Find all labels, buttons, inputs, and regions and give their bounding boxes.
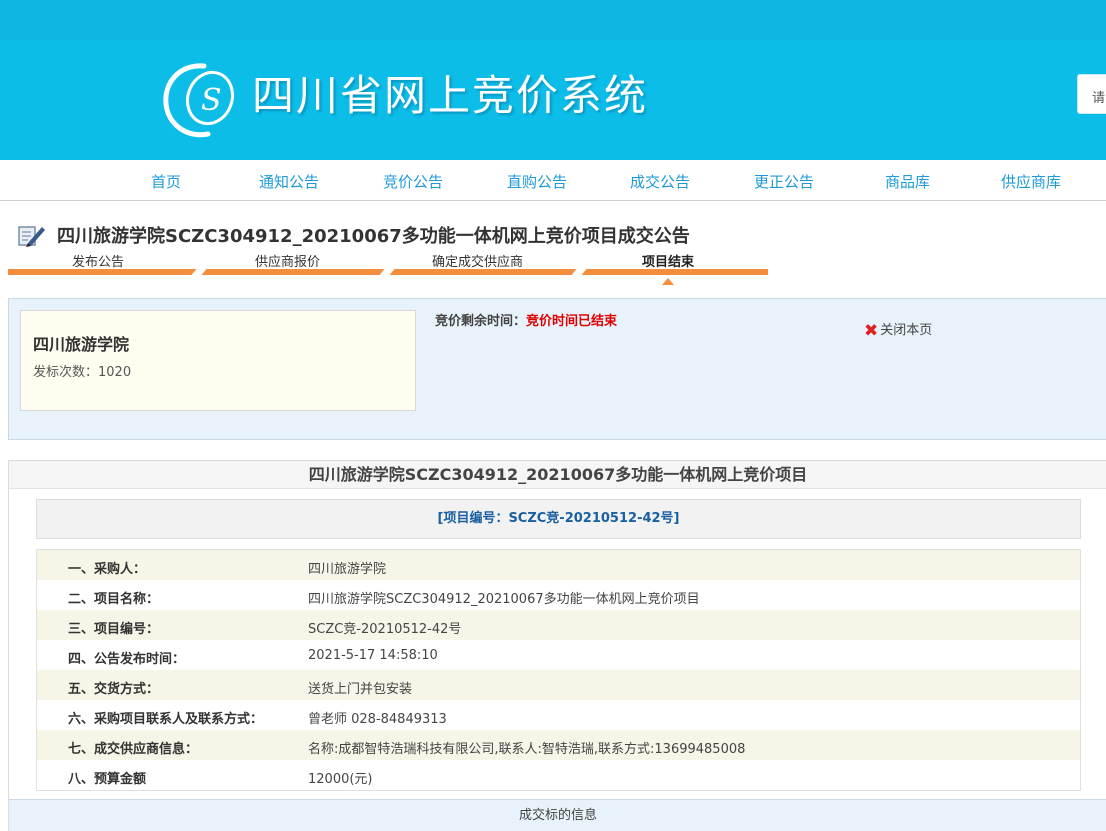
site-header: S 四川省网上竞价系统 请 <box>0 0 1106 160</box>
main-nav: 首页 通知公告 竞价公告 直购公告 成交公告 更正公告 商品库 供应商库 <box>0 160 1106 201</box>
svg-text:S: S <box>201 83 222 118</box>
purchaser-name: 四川旅游学院 <box>33 335 130 354</box>
detail-table: 一、采购人： 四川旅游学院 二、项目名称： 四川旅游学院SCZC304912_202… <box>36 549 1081 791</box>
document-pen-icon <box>18 226 45 247</box>
detail-row: 四、公告发布时间： 2021-5-17 14:58:10 <box>37 640 1080 670</box>
header-top-strip <box>0 0 1106 40</box>
nav-corrections[interactable]: 更正公告 <box>754 171 814 192</box>
site-title: 四川省网上竞价系统 <box>252 71 649 120</box>
tender-count: 发标次数：1020 <box>33 365 132 380</box>
close-page-button[interactable]: ✖ 关闭本页 <box>864 319 932 341</box>
close-x-icon: ✖ <box>864 321 879 341</box>
step-marker <box>662 278 674 285</box>
step-publish: 发布公告 <box>72 255 125 270</box>
row-value: 四川旅游学院 <box>308 562 387 577</box>
detail-row: 五、交货方式： 送货上门并包安装 <box>37 670 1080 700</box>
project-details: 四川旅游学院SCZC304912_20210067多功能一体机网上竞价项目 [项… <box>8 460 1106 831</box>
row-value: 曾老师 028-84849313 <box>308 712 447 727</box>
nav-home[interactable]: 首页 <box>151 171 181 192</box>
detail-row: 二、项目名称： 四川旅游学院SCZC304912_20210067多功能一体机网上… <box>37 580 1080 610</box>
logo-mark: S <box>163 63 235 138</box>
row-label: 四、公告发布时间： <box>68 652 186 667</box>
detail-row: 七、成交供应商信息： 名称:成都智特浩瑞科技有限公司,联系人:智特浩瑞,联系方式:… <box>37 730 1080 760</box>
row-value: SCZC竞-20210512-42号 <box>308 622 462 637</box>
detail-row: 三、项目编号： SCZC竞-20210512-42号 <box>37 610 1080 640</box>
progress-steps: 发布公告 供应商报价 确定成交供应商 项目结束 <box>8 251 768 285</box>
countdown-label: 竞价剩余时间： <box>435 314 527 329</box>
countdown: 竞价剩余时间：竞价时间已结束 <box>435 310 617 329</box>
row-label: 三、项目编号： <box>68 622 160 637</box>
search-input[interactable]: 请 <box>1077 74 1106 114</box>
info-panel: 四川旅游学院 发标次数：1020 竞价剩余时间：竞价时间已结束 ✖ 关闭本页 <box>8 298 1106 440</box>
nav-deals[interactable]: 成交公告 <box>630 171 690 192</box>
row-label: 二、项目名称： <box>68 592 160 607</box>
row-label: 六、采购项目联系人及联系方式： <box>68 712 264 727</box>
detail-row: 六、采购项目联系人及联系方式： 曾老师 028-84849313 <box>37 700 1080 730</box>
nav-suppliers[interactable]: 供应商库 <box>1001 171 1061 192</box>
row-label: 五、交货方式： <box>68 682 160 697</box>
row-value: 名称:成都智特浩瑞科技有限公司,联系人:智特浩瑞,联系方式:1369948500… <box>308 742 746 757</box>
page-title: 四川旅游学院SCZC304912_20210067多功能一体机网上竞价项目成交公… <box>57 226 690 247</box>
search-placeholder: 请 <box>1092 91 1106 106</box>
row-value: 12000(元) <box>308 772 373 787</box>
page-head: 四川旅游学院SCZC304912_20210067多功能一体机网上竞价项目成交公… <box>0 215 1106 295</box>
step-confirm: 确定成交供应商 <box>432 255 524 270</box>
row-value: 四川旅游学院SCZC304912_20210067多功能一体机网上竞价项目 <box>308 592 700 607</box>
row-label: 一、采购人： <box>68 562 147 577</box>
step-quote: 供应商报价 <box>255 255 321 270</box>
row-label: 八、预算金额 <box>68 772 147 787</box>
row-value: 2021-5-17 14:58:10 <box>308 648 438 663</box>
row-label: 七、成交供应商信息： <box>68 742 199 757</box>
detail-row: 一、采购人： 四川旅游学院 <box>37 550 1080 580</box>
detail-row: 八、预算金额 12000(元) <box>37 760 1080 790</box>
purchaser-card: 四川旅游学院 发标次数：1020 <box>20 310 416 411</box>
countdown-value: 竞价时间已结束 <box>526 314 618 329</box>
project-heading: 四川旅游学院SCZC304912_20210067多功能一体机网上竞价项目 <box>9 461 1106 489</box>
project-number: [项目编号：SCZC竞-20210512-42号] <box>36 499 1081 539</box>
nav-bidding[interactable]: 竞价公告 <box>383 171 443 192</box>
deal-info-header: 成交标的信息 <box>9 799 1106 831</box>
row-value: 送货上门并包安装 <box>308 682 413 697</box>
close-label: 关闭本页 <box>880 323 933 338</box>
nav-products[interactable]: 商品库 <box>885 171 930 192</box>
step-finished: 项目结束 <box>642 255 695 270</box>
nav-notices[interactable]: 通知公告 <box>259 171 319 192</box>
nav-direct-purchase[interactable]: 直购公告 <box>507 171 567 192</box>
